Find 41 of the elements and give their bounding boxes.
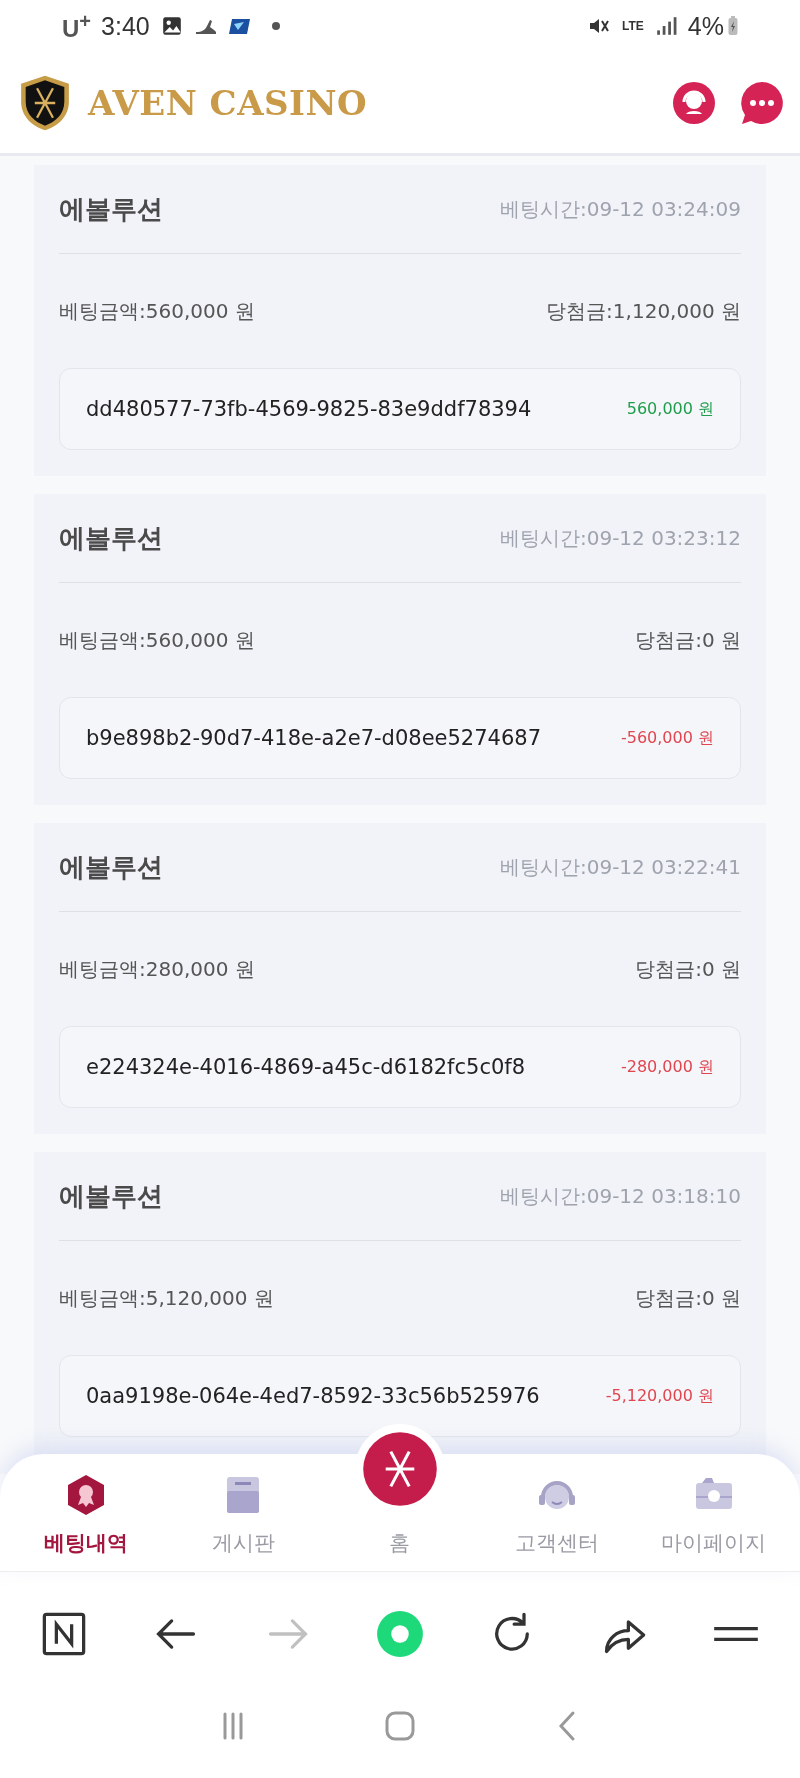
win-amount: 당첨금:0 원 bbox=[635, 1284, 741, 1312]
transaction-id: 0aa9198e-064e-4ed7-8592-33c56b525976 bbox=[86, 1384, 540, 1408]
transaction-id: b9e898b2-90d7-418e-a2e7-d08ee5274687 bbox=[86, 726, 542, 750]
battery-label: 4% bbox=[687, 11, 724, 41]
carrier-label: U$^{+}$ bbox=[62, 9, 92, 43]
profit-amount: -560,000 원 bbox=[620, 727, 714, 749]
dot-icon bbox=[271, 22, 280, 30]
nav-tab[interactable]: 베팅내역 bbox=[11, 1473, 162, 1557]
profit-amount: 560,000 원 bbox=[626, 398, 714, 420]
win-amount: 당첨금:0 원 bbox=[635, 955, 741, 983]
battery-icon bbox=[728, 16, 738, 36]
clock: 3:40 bbox=[101, 11, 150, 41]
bet-amount: 베팅금액:560,000 원 bbox=[59, 626, 255, 654]
bet-time: 베팅시간:09-12 03:24:09 bbox=[499, 195, 741, 223]
game-title: 에볼루션 bbox=[59, 850, 163, 884]
brand-title: AVEN CASINO bbox=[88, 82, 368, 123]
bet-amount: 베팅금액:280,000 원 bbox=[59, 955, 255, 983]
bet-time: 베팅시간:09-12 03:22:41 bbox=[499, 853, 741, 881]
win-amount: 당첨금:1,120,000 원 bbox=[546, 297, 741, 325]
win-amount: 당첨금:0 원 bbox=[635, 626, 741, 654]
nav-tab[interactable]: 마이페이지 bbox=[638, 1473, 789, 1557]
naver-icon[interactable] bbox=[40, 1610, 88, 1658]
network-label: LTE bbox=[622, 19, 644, 33]
profit-amount: -5,120,000 원 bbox=[605, 1385, 714, 1407]
game-title: 에볼루션 bbox=[59, 192, 163, 226]
nav-tab[interactable]: 게시판 bbox=[168, 1473, 319, 1557]
shield-logo-icon bbox=[20, 73, 70, 132]
headset-icon[interactable] bbox=[672, 80, 716, 125]
nav-tab[interactable]: 홈 bbox=[325, 1529, 475, 1557]
game-title: 에볼루션 bbox=[59, 521, 163, 555]
nav-tab[interactable]: 고객센터 bbox=[481, 1473, 632, 1557]
transaction-id: dd480577-73fb-4569-9825-83e9ddf78394 bbox=[86, 397, 532, 421]
bet-time: 베팅시간:09-12 03:23:12 bbox=[499, 524, 741, 552]
bet-time: 베팅시간:09-12 03:18:10 bbox=[499, 1182, 741, 1210]
bet-amount: 베팅금액:560,000 원 bbox=[59, 297, 255, 325]
profit-amount: -280,000 원 bbox=[620, 1056, 714, 1078]
transaction-id: e224324e-4016-4869-a45c-d6182fc5c0f8 bbox=[86, 1055, 526, 1079]
game-title: 에볼루션 bbox=[59, 1179, 163, 1213]
bet-amount: 베팅금액:5,120,000 원 bbox=[59, 1284, 274, 1312]
home-icon[interactable] bbox=[384, 1710, 416, 1742]
chat-bubble-icon[interactable] bbox=[740, 80, 784, 125]
